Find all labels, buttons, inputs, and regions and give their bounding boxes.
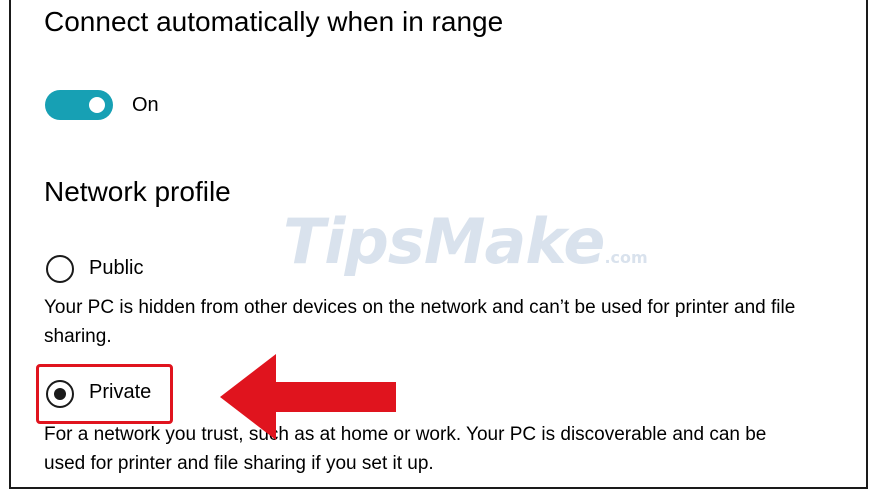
connect-automatically-toggle[interactable] (45, 90, 113, 120)
public-radio-label[interactable]: Public (89, 257, 143, 280)
public-radio-button[interactable] (46, 255, 74, 283)
public-description: Your PC is hidden from other devices on … (44, 297, 796, 347)
private-highlight-box (36, 364, 173, 424)
connect-automatically-heading: Connect automatically when in range (44, 6, 504, 37)
toggle-knob (89, 97, 105, 113)
network-profile-heading: Network profile (44, 176, 231, 207)
toggle-state-label: On (132, 94, 159, 116)
red-arrow-icon (220, 354, 396, 440)
private-description: For a network you trust, such as at home… (44, 424, 767, 474)
